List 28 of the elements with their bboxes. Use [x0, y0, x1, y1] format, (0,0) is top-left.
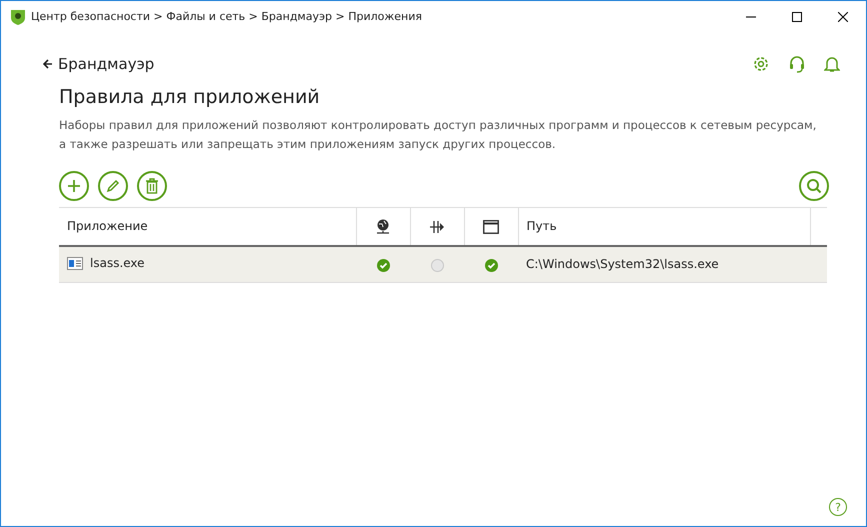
description-text: Наборы правил для приложений позволяют контролировать доступ различных программ и процессов к сетевым ресурсам, а также разрешать или запрещать этим приложениям запуск других процессов.	[59, 117, 818, 153]
process-arrow-icon	[429, 220, 445, 234]
table-row[interactable]: lsass.exe C:\Windows\System32\lsass.exe	[59, 246, 827, 283]
search-icon	[806, 178, 822, 194]
add-button[interactable]	[59, 171, 89, 202]
maximize-icon	[792, 12, 802, 22]
application-icon	[67, 256, 83, 270]
pencil-icon	[106, 179, 120, 194]
edit-button[interactable]	[98, 171, 128, 202]
path-text: C:\Windows\System32\lsass.exe	[526, 257, 719, 272]
close-icon	[838, 12, 848, 22]
notification-icon[interactable]	[824, 55, 840, 74]
globe-icon	[376, 219, 390, 236]
page-heading: Правила для приложений	[59, 86, 321, 108]
search-button[interactable]	[799, 171, 829, 202]
trash-icon	[145, 178, 159, 194]
delete-button[interactable]	[137, 171, 167, 202]
headset-icon[interactable]	[788, 55, 806, 74]
check-icon[interactable]	[484, 258, 498, 272]
window-title: Центр безопасности > Файлы и сеть > Брандмауэр > Приложения	[31, 8, 424, 25]
check-icon[interactable]	[376, 258, 390, 272]
application-name: lsass.exe	[90, 255, 145, 272]
back-link[interactable]: Брандмауэр	[43, 53, 154, 76]
app-logo-icon	[9, 9, 27, 25]
plus-icon	[67, 179, 81, 194]
back-arrow-icon	[43, 59, 53, 70]
settings-icon[interactable]	[752, 55, 770, 74]
window-icon	[483, 220, 499, 234]
